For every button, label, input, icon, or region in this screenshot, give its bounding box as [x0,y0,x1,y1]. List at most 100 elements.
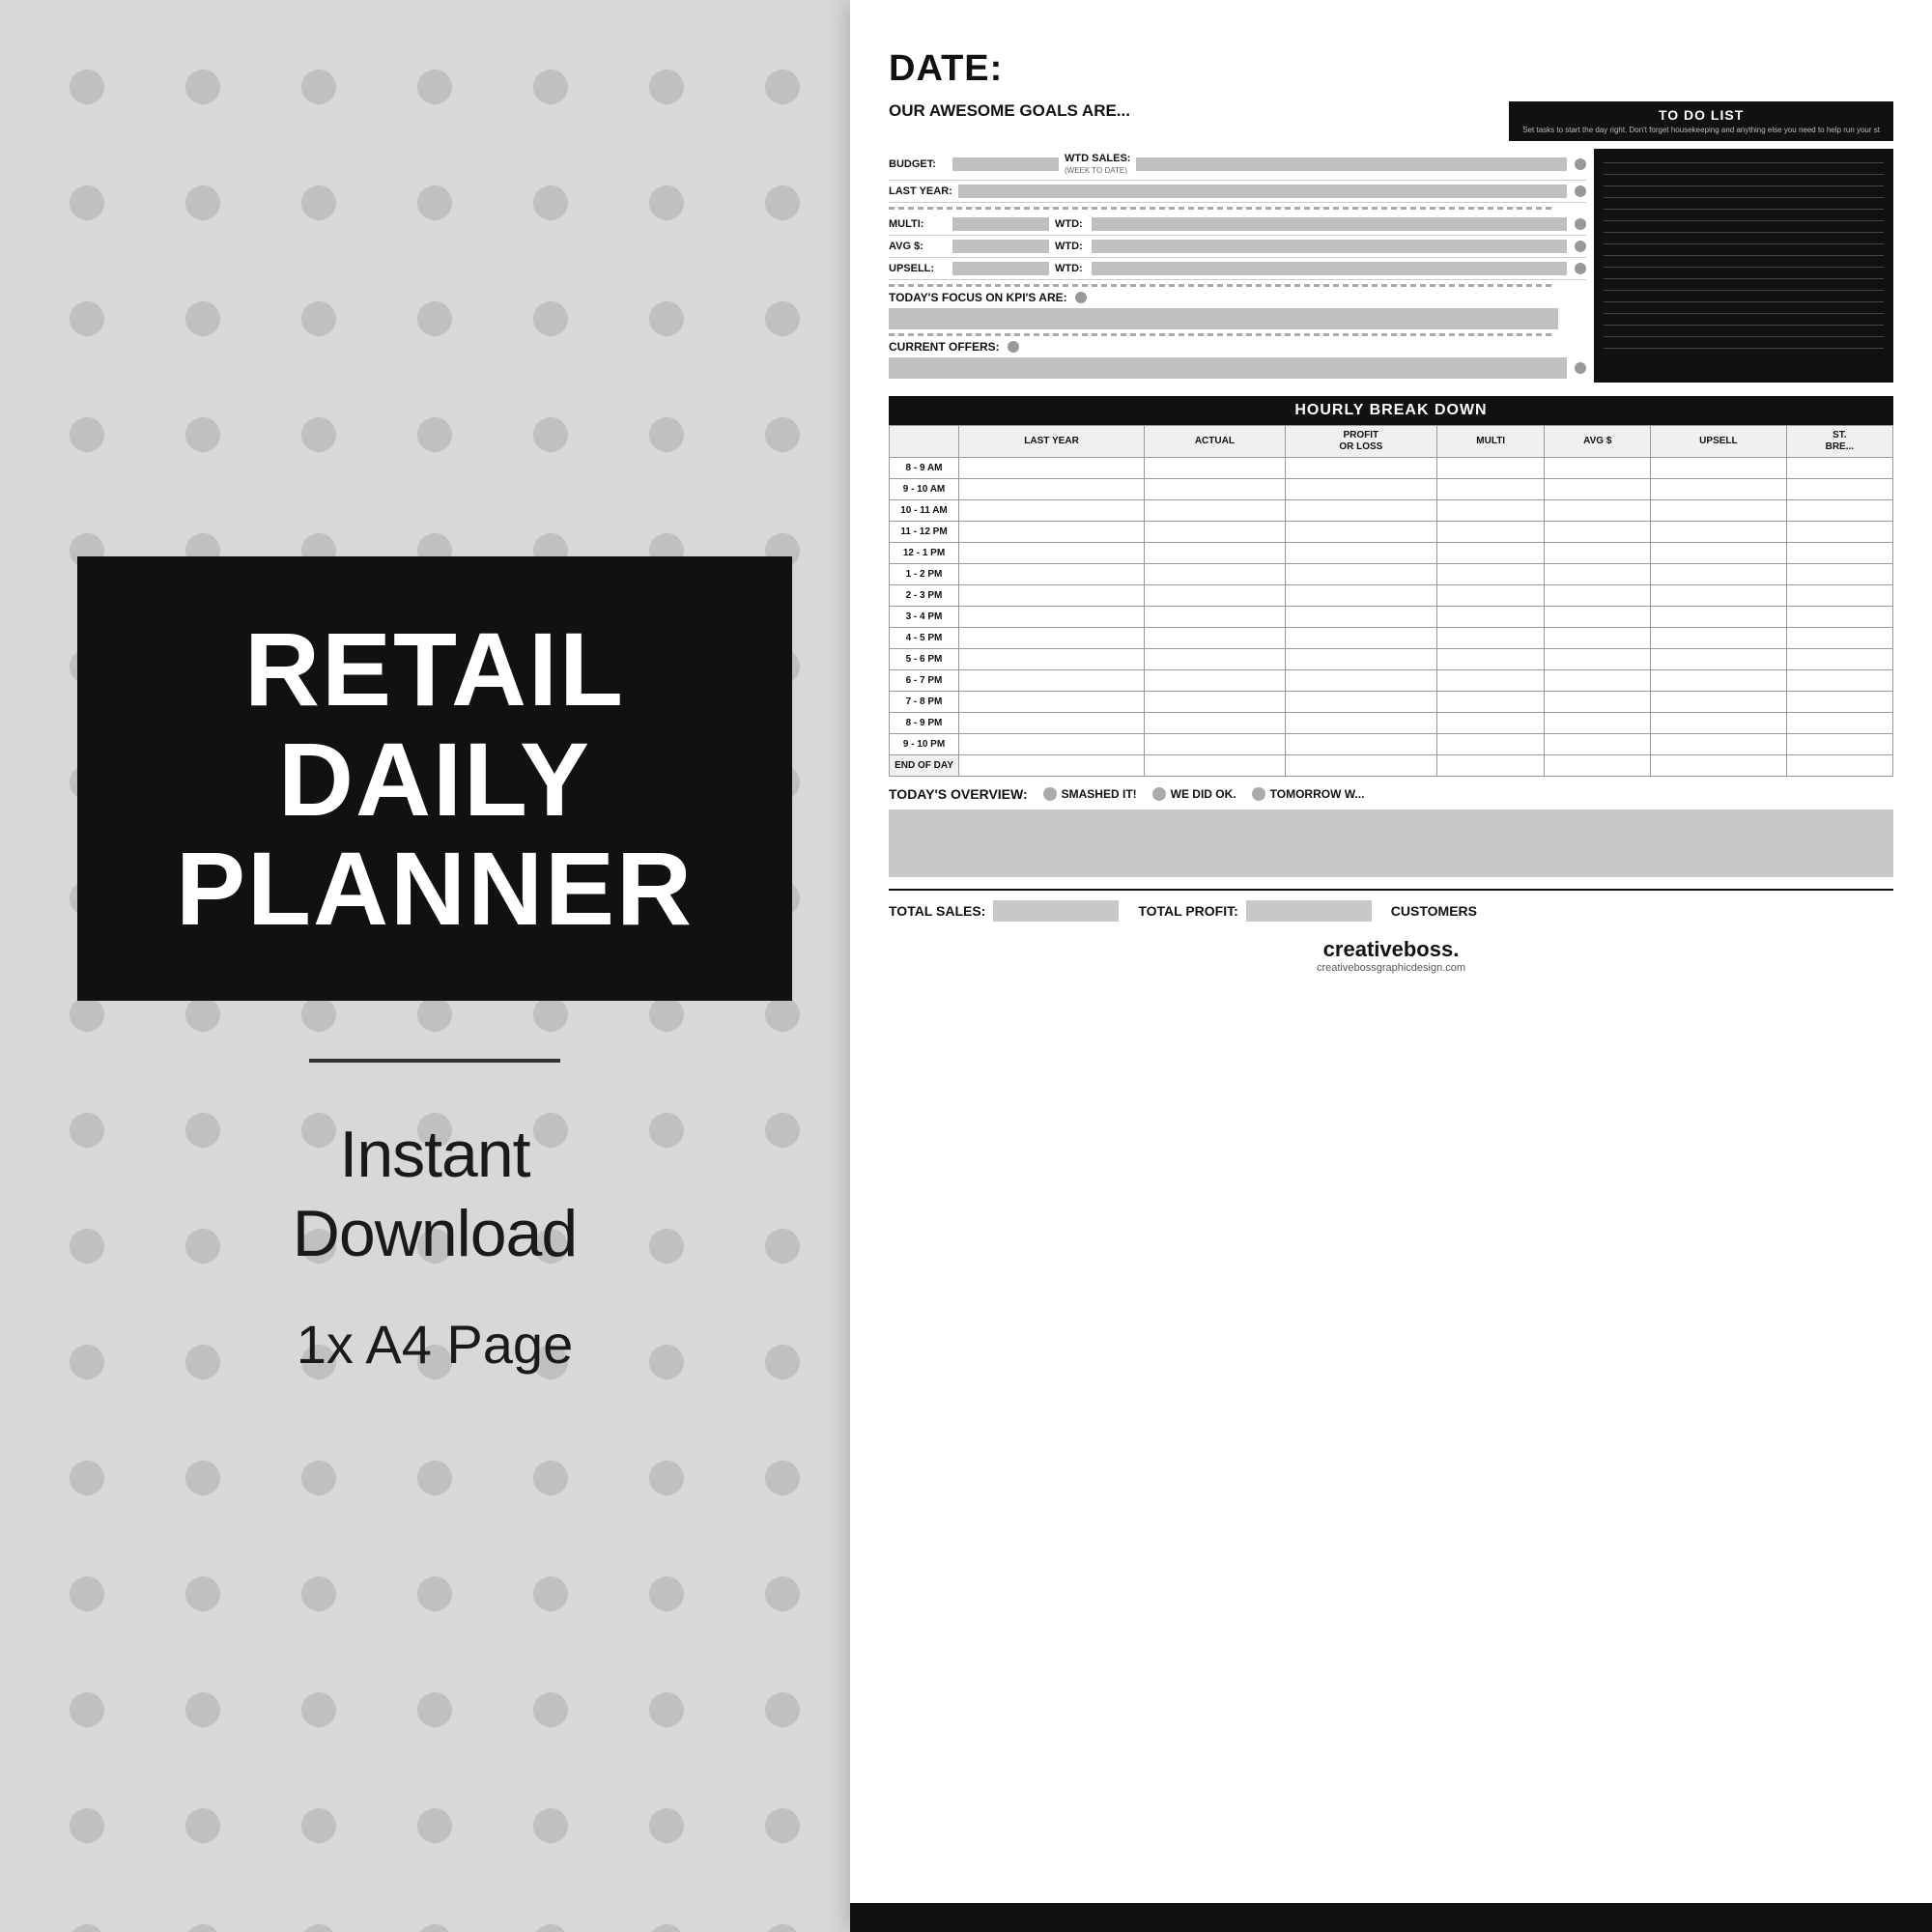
time-cell-0: 8 - 9 AM [890,458,959,479]
overview-ok: WE DID OK. [1152,787,1236,801]
wtd-sales-label: WTD SALES: (WEEK TO DATE) [1065,153,1130,176]
table-row: 5 - 6 PM [890,649,1893,670]
subtitle-line1: Instant [293,1116,577,1195]
offers-value-box [889,357,1567,379]
stbre-cell-7 [1786,607,1892,628]
page-info: 1x A4 Page [297,1313,573,1376]
profit-cell-9 [1285,649,1436,670]
date-label: DATE: [889,48,1893,90]
divider [309,1059,560,1063]
stbre-cell-10 [1786,670,1892,692]
time-cell-9: 5 - 6 PM [890,649,959,670]
last-year-circle [1575,185,1586,197]
todo-line-5 [1604,209,1884,210]
todo-line-7 [1604,232,1884,233]
table-header-row: LAST YEAR ACTUAL PROFITOR LOSS MULTI AVG… [890,426,1893,458]
profit-cell-5 [1285,564,1436,585]
multi-cell-8 [1437,628,1545,649]
last-year-cell-9 [959,649,1145,670]
actual-cell-5 [1145,564,1286,585]
hourly-header: HOURLY BREAK DOWN [889,396,1893,425]
multi-cell-11 [1437,692,1545,713]
table-row: END OF DAY [890,755,1893,777]
table-row: 6 - 7 PM [890,670,1893,692]
last-year-cell-6 [959,585,1145,607]
last-year-cell-13 [959,734,1145,755]
th-profit-loss: PROFITOR LOSS [1285,426,1436,458]
stbre-cell-12 [1786,713,1892,734]
todo-right [1594,149,1893,383]
last-year-cell-4 [959,543,1145,564]
todo-line-14 [1604,313,1884,314]
time-cell-8: 4 - 5 PM [890,628,959,649]
avg-cell-4 [1545,543,1651,564]
total-sales-label: TOTAL SALES: [889,903,985,919]
profit-cell-6 [1285,585,1436,607]
todo-line-16 [1604,336,1884,337]
upsell-cell-8 [1651,628,1787,649]
actual-cell-12 [1145,713,1286,734]
multi-cell-3 [1437,522,1545,543]
stbre-cell-0 [1786,458,1892,479]
avg-cell-10 [1545,670,1651,692]
wtd-upsell-value [1092,262,1567,275]
notes-area [889,810,1893,877]
th-time [890,426,959,458]
last-year-cell-2 [959,500,1145,522]
black-footer-bar [850,1903,1932,1932]
multi-cell-12 [1437,713,1545,734]
stbre-cell-8 [1786,628,1892,649]
time-cell-11: 7 - 8 PM [890,692,959,713]
table-row: 1 - 2 PM [890,564,1893,585]
hourly-section: HOURLY BREAK DOWN LAST YEAR ACTUAL PROFI… [889,396,1893,777]
last-year-cell-3 [959,522,1145,543]
multi-cell-13 [1437,734,1545,755]
last-year-cell-12 [959,713,1145,734]
wtd-avg-label: WTD: [1055,241,1086,252]
th-last-year: LAST YEAR [959,426,1145,458]
budget-value [952,157,1059,171]
total-profit-value [1246,900,1372,922]
multi-cell-1 [1437,479,1545,500]
table-row: 7 - 8 PM [890,692,1893,713]
time-cell-10: 6 - 7 PM [890,670,959,692]
brand-bold: boss. [1404,937,1459,961]
todo-line-12 [1604,290,1884,291]
todo-header: TO DO LIST Set tasks to start the day ri… [1509,101,1893,141]
hourly-table: LAST YEAR ACTUAL PROFITOR LOSS MULTI AVG… [889,425,1893,777]
todo-title: TO DO LIST [1522,107,1880,123]
actual-cell-0 [1145,458,1286,479]
total-sales-value [993,900,1119,922]
overview-tomorrow: TOMORROW W... [1252,787,1365,801]
profit-cell-12 [1285,713,1436,734]
title-line3: PLANNER [126,834,744,943]
last-year-cell-10 [959,670,1145,692]
profit-cell-13 [1285,734,1436,755]
upsell-cell-13 [1651,734,1787,755]
wtd-avg-value [1092,240,1567,253]
todo-line-9 [1604,255,1884,256]
table-row: 11 - 12 PM [890,522,1893,543]
upsell-cell-9 [1651,649,1787,670]
offers-label: CURRENT OFFERS: [889,340,1000,354]
total-sales-item: TOTAL SALES: [889,900,1119,922]
actual-cell-10 [1145,670,1286,692]
kpi-value-box [889,308,1558,329]
last-year-cell-7 [959,607,1145,628]
offers-circle2 [1575,362,1586,374]
stbre-cell-14 [1786,755,1892,777]
profit-cell-3 [1285,522,1436,543]
offers-circle1 [1008,341,1019,353]
upsell-cell-5 [1651,564,1787,585]
todo-line-11 [1604,278,1884,279]
budget-label: BUDGET: [889,158,947,170]
wtd-sales-value [1136,157,1567,171]
avg-cell-2 [1545,500,1651,522]
avg-cell-11 [1545,692,1651,713]
wtd-multi-label: WTD: [1055,218,1086,230]
planner-document: DATE: OUR AWESOME GOALS ARE... TO DO LIS… [850,0,1932,1932]
stbre-cell-3 [1786,522,1892,543]
actual-cell-8 [1145,628,1286,649]
last-year-value [958,185,1567,198]
table-row: 12 - 1 PM [890,543,1893,564]
